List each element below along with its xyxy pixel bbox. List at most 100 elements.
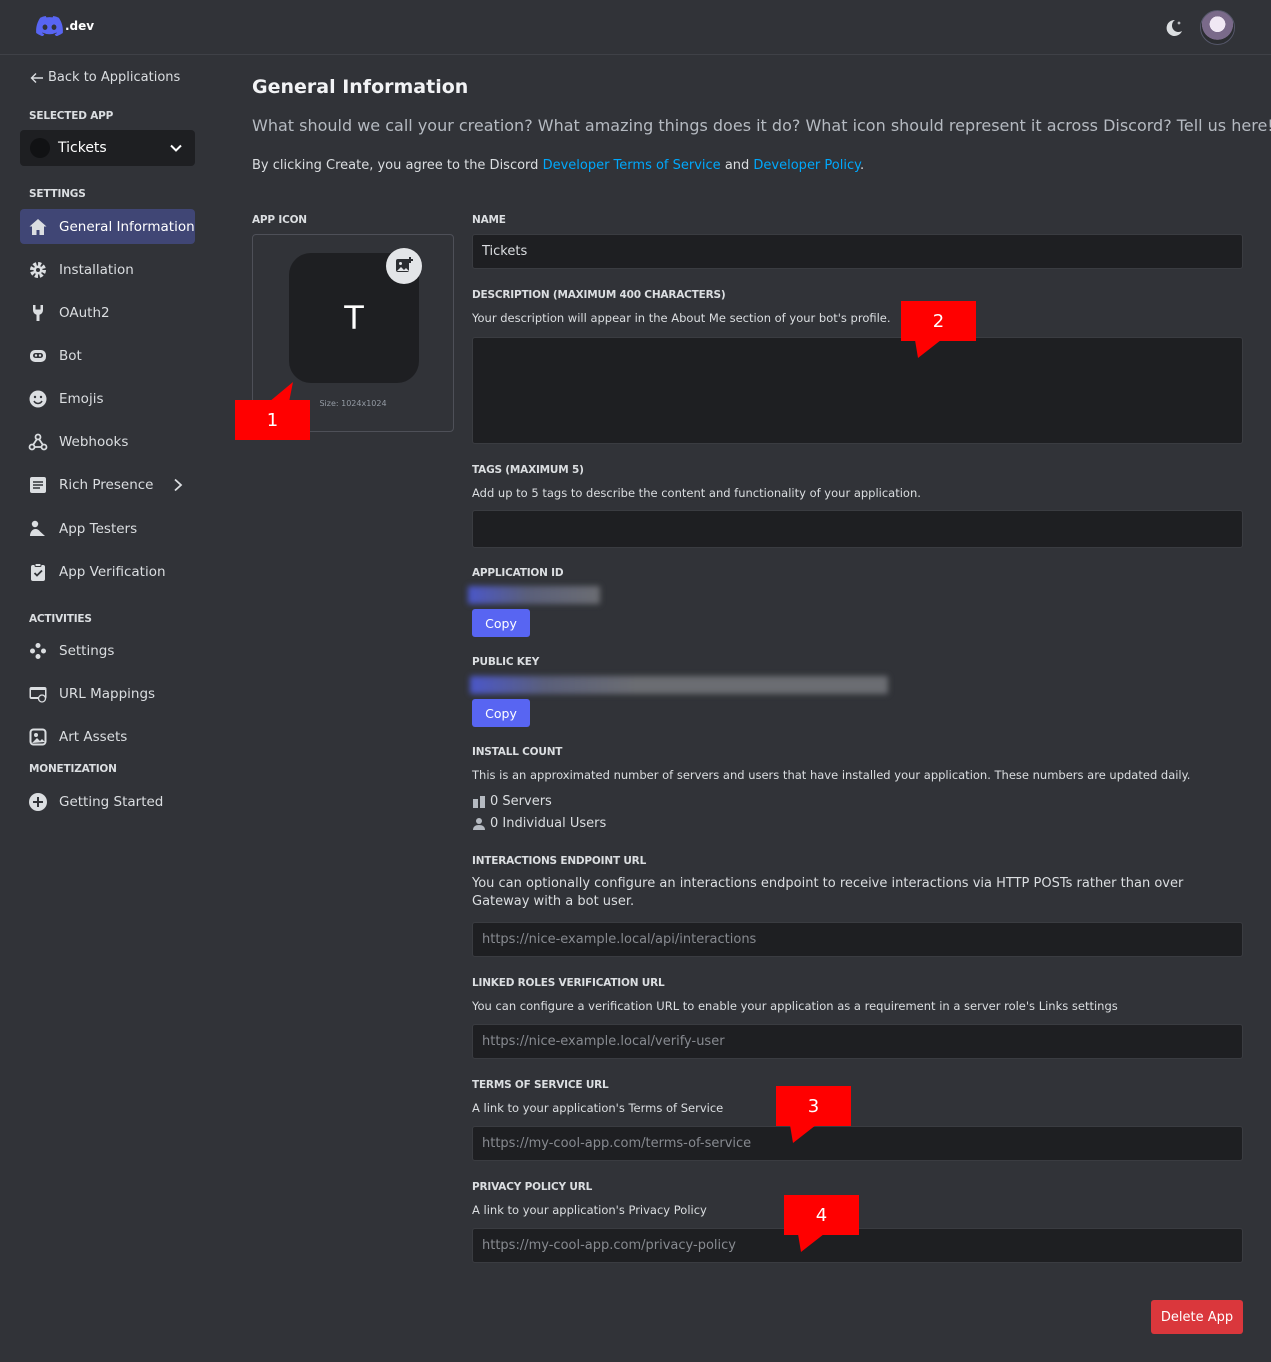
terms-agreement: By clicking Create, you agree to the Dis… [252,158,864,173]
chevron-down-icon [170,144,182,152]
discord-dev-logo[interactable]: .dev [36,16,94,36]
description-textarea[interactable] [472,337,1243,444]
user-icon [28,519,48,539]
interactions-endpoint-help: You can optionally configure an interact… [472,876,1184,909]
application-id-value-redacted [468,586,600,604]
page-subtitle: What should we call your creation? What … [252,116,1271,135]
developer-policy-link[interactable]: Developer Policy [753,158,860,173]
callout-2-tail [915,340,941,358]
back-label: Back to Applications [48,70,181,85]
callout-3: 3 [776,1086,851,1126]
agree-suffix: . [859,158,865,173]
sidebar-item-label: Getting Started [59,793,164,810]
chevron-right-icon [174,478,183,492]
tags-help: Add up to 5 tags to describe the content… [472,486,921,500]
sidebar-item-oauth2[interactable]: OAuth2 [20,295,195,330]
linked-roles-input[interactable]: https://nice-example.local/verify-user [472,1024,1243,1059]
callout-4: 4 [784,1195,859,1235]
plus-circle-icon [28,792,48,812]
sidebar-item-label: Emojis [59,390,104,407]
activities-heading: ACTIVITIES [29,613,92,625]
sidebar-item-emojis[interactable]: Emojis [20,381,195,416]
servers-count-text: 0 Servers [490,794,552,809]
sidebar-item-general-information[interactable]: General Information [20,209,195,244]
sidebar-item-webhooks[interactable]: Webhooks [20,424,195,459]
smile-icon [28,389,48,409]
agree-and: and [720,158,754,173]
servers-count: 0 Servers [472,794,552,809]
terms-of-service-input[interactable]: https://my-cool-app.com/terms-of-service [472,1126,1243,1161]
users-count-text: 0 Individual Users [490,816,607,831]
tags-input[interactable] [472,510,1243,548]
sidebar-item-label: Installation [59,261,134,278]
url-icon [28,684,48,704]
page-title: General Information [252,76,469,98]
copy-public-key-button[interactable]: Copy [472,699,530,727]
app-icon-label: APP ICON [252,214,307,226]
theme-toggle-moon-icon[interactable] [1164,18,1184,42]
selected-app-heading: SELECTED APP [29,110,114,122]
name-input[interactable]: Tickets [472,234,1243,269]
sidebar-item-label: App Testers [59,520,138,537]
sidebar-item-getting-started[interactable]: Getting Started [20,784,195,819]
selected-app-name: Tickets [58,140,107,156]
document-icon [28,475,48,495]
gamepad-icon [28,641,48,661]
agree-prefix: By clicking Create, you agree to the Dis… [252,158,543,173]
sidebar-item-art-assets[interactable]: Art Assets [20,719,195,754]
top-bar: .dev [0,0,1271,55]
clipboard-check-icon [28,562,48,582]
user-avatar[interactable] [1200,10,1235,45]
sidebar-item-app-verification[interactable]: App Verification [20,554,195,589]
application-id-label: APPLICATION ID [472,567,564,579]
sidebar-item-label: Settings [59,642,115,659]
sidebar-item-bot[interactable]: Bot [20,338,195,373]
linked-roles-label: LINKED ROLES VERIFICATION URL [472,977,665,989]
privacy-policy-help: A link to your application's Privacy Pol… [472,1203,707,1217]
sidebar-item-url-mappings[interactable]: URL Mappings [20,676,195,711]
sidebar-item-label: General Information [59,218,195,235]
sidebar-item-installation[interactable]: Installation [20,252,195,287]
discord-logo-icon [36,16,63,36]
image-icon [28,727,48,747]
delete-app-button[interactable]: Delete App [1151,1300,1243,1334]
terms-of-service-label: TERMS OF SERVICE URL [472,1079,609,1091]
linked-roles-help: You can configure a verification URL to … [472,999,1118,1013]
back-to-applications-link[interactable]: Back to Applications [30,70,180,85]
sidebar-item-label: OAuth2 [59,304,110,321]
privacy-policy-label: PRIVACY POLICY URL [472,1181,593,1193]
users-count: 0 Individual Users [472,816,606,831]
tags-label: TAGS (MAXIMUM 5) [472,464,584,476]
gear-icon [28,260,48,280]
public-key-value-redacted [470,676,888,694]
sidebar-item-activities-settings[interactable]: Settings [20,633,195,668]
developer-tos-link[interactable]: Developer Terms of Service [543,158,721,173]
callout-1: 1 [235,400,310,440]
callout-2: 2 [901,301,976,341]
app-avatar [30,138,50,158]
app-selector-dropdown[interactable]: Tickets [20,130,195,166]
install-count-help: This is an approximated number of server… [472,768,1191,782]
person-icon [473,817,485,830]
copy-application-id-button[interactable]: Copy [472,609,530,637]
description-label: DESCRIPTION (MAXIMUM 400 CHARACTERS) [472,289,726,301]
upload-image-button[interactable] [386,248,422,284]
interactions-endpoint-input[interactable]: https://nice-example.local/api/interacti… [472,922,1243,957]
sidebar-item-label: URL Mappings [59,685,156,702]
callout-1-tail [269,382,293,402]
sidebar-item-rich-presence[interactable]: Rich Presence [20,467,195,502]
sidebar-item-label: Art Assets [59,728,128,745]
home-icon [28,217,48,237]
sidebar-item-app-testers[interactable]: App Testers [20,511,195,546]
callout-3-tail [790,1125,816,1143]
description-help: Your description will appear in the Abou… [472,311,891,325]
name-label: NAME [472,214,506,226]
callout-4-tail [798,1234,824,1252]
sidebar-item-label: App Verification [59,563,166,580]
bot-icon [28,346,48,366]
terms-of-service-help: A link to your application's Terms of Se… [472,1101,724,1115]
add-image-icon [396,257,413,272]
public-key-label: PUBLIC KEY [472,656,540,668]
sidebar: Back to Applications SELECTED APP Ticket… [0,56,215,1362]
wrench-icon [28,303,48,323]
